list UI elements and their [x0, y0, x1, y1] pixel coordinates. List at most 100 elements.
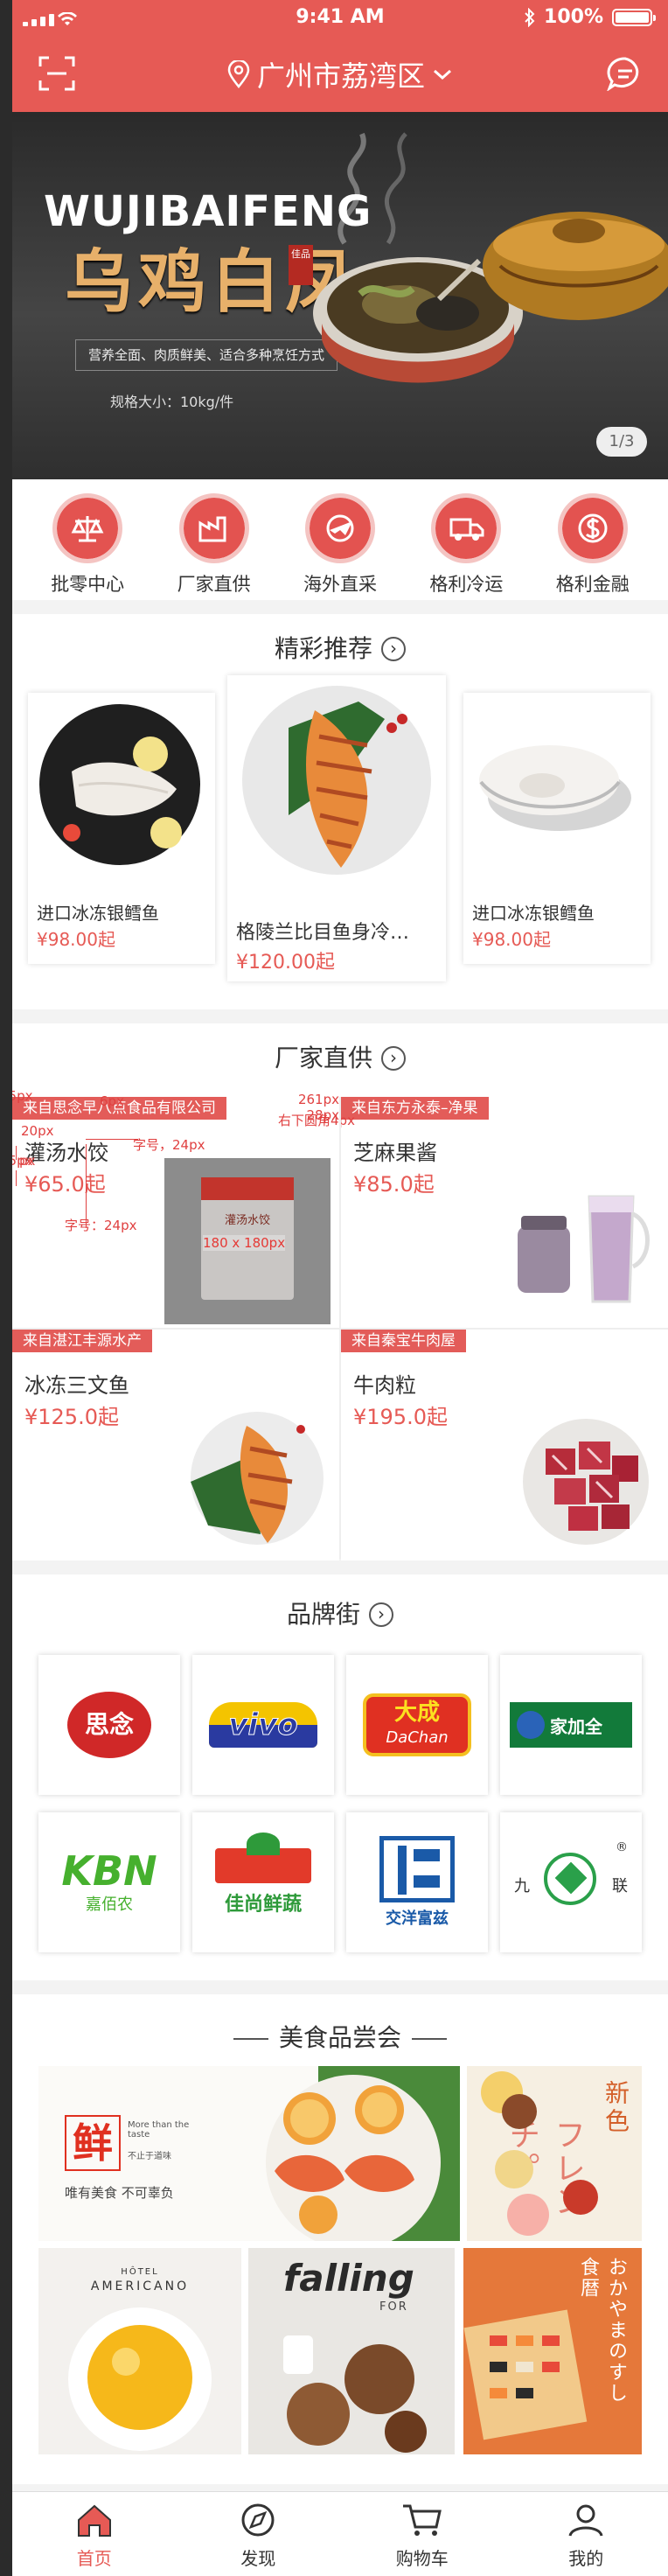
compass-icon	[241, 2503, 275, 2537]
product-price: ¥98.00起	[472, 929, 551, 950]
product-price: ¥195.0起	[353, 1405, 448, 1429]
tab-cart[interactable]: 购物车	[370, 2492, 475, 2576]
tile-hotel: HÔTEL	[121, 2267, 159, 2277]
product-name: 格陵兰比目鱼身冷…	[236, 922, 410, 944]
brand-logo-jiajiaquan[interactable]: 家加全	[500, 1655, 642, 1795]
location-selector[interactable]: 广州市荔湾区	[12, 54, 668, 94]
category-item[interactable]: 格利冷运	[414, 493, 518, 600]
left-edge-bar	[0, 0, 12, 2576]
tab-profile[interactable]: 我的	[533, 2492, 638, 2576]
factory-item[interactable]: 来自湛江丰源水产 冰冻三文鱼 ¥125.0起	[12, 1330, 339, 1560]
hero-banner[interactable]: WUJIBAIFENG 乌鸡白凤 佳品 营养全面、肉质鲜美、适合多种烹饪方式 规…	[12, 112, 668, 479]
brand-name: KBN	[61, 1847, 157, 1895]
recommend-title[interactable]: 精彩推荐 ›	[12, 614, 668, 684]
food-tile-americano[interactable]: HÔTEL AMERICANO	[38, 2248, 241, 2454]
tab-label: 购物车	[395, 2548, 449, 2569]
category-item[interactable]: 厂家直供	[163, 493, 266, 600]
factory-item[interactable]: 来自思念早八点食品有限公司 灌汤水饺 ¥65.0起 灌汤水饺 180 x 180…	[12, 1088, 339, 1328]
recommend-card[interactable]: 格陵兰比目鱼身冷… ¥120.00起	[227, 675, 446, 981]
tile-en-text: More than the taste	[128, 2120, 190, 2140]
registered-mark-icon: ®	[616, 1840, 628, 1854]
brand-logo-sinian[interactable]: 思念	[38, 1655, 180, 1795]
product-price: ¥85.0起	[353, 1172, 435, 1197]
product-image	[479, 745, 631, 831]
recommend-card[interactable]: 进口冰冻银鳕鱼 ¥98.00起	[463, 693, 651, 964]
tab-label: 首页	[76, 2548, 112, 2569]
product-price: ¥98.00起	[37, 929, 115, 950]
dimension-annotation: 180 x 180px	[203, 1235, 286, 1251]
brand-logo-jiulian[interactable]: 九联 ®	[500, 1812, 642, 1952]
section-title: 精彩推荐	[274, 634, 372, 663]
brand-name: 九联	[514, 1877, 628, 1895]
dimension-annotation: 6px	[100, 1093, 124, 1109]
category-item[interactable]: 批零中心	[36, 493, 139, 600]
factory-source-tag: 来自秦宝牛肉屋	[341, 1330, 466, 1352]
section-title: 美食品尝会	[278, 2023, 401, 2052]
dimension-annotation: 20px	[21, 1123, 54, 1139]
category-item[interactable]: 海外直采	[289, 493, 392, 600]
factory-item[interactable]: 来自秦宝牛肉屋 牛肉粒 ¥195.0起	[341, 1330, 668, 1560]
location-label: 广州市荔湾区	[256, 59, 425, 93]
product-price: ¥125.0起	[24, 1405, 119, 1429]
scale-icon	[52, 493, 123, 563]
product-name: 灌汤水饺	[24, 1141, 108, 1165]
logo-mark-icon	[517, 1711, 545, 1739]
product-image	[242, 686, 431, 875]
brand-logo-kbn[interactable]: KBN 嘉佰农	[38, 1812, 180, 1952]
tile-en-sub: 不止于道味	[128, 2152, 171, 2161]
brand-name: 大成	[393, 1700, 440, 1726]
brand-name: 佳尚鲜蔬	[224, 1894, 302, 1916]
location-pin-icon	[227, 60, 250, 88]
tab-label: 我的	[568, 2548, 604, 2569]
chocolate-balls-image	[283, 2335, 427, 2453]
brand-section: 品牌街 › 思念 vivo 大成 DaChan 家加全 KBN 嘉佰农 佳尚鲜蔬…	[12, 1574, 668, 1980]
message-icon[interactable]	[607, 56, 644, 91]
home-icon	[77, 2504, 111, 2537]
recommend-section: 精彩推荐 › 进口冰冻银鳕鱼 ¥98.00起 格陵兰比目鱼身冷… ¥120.00…	[12, 614, 668, 1009]
product-name: 冰冻三文鱼	[24, 1373, 129, 1398]
food-tile-falling[interactable]: falling FOR	[248, 2248, 455, 2454]
header: 9:41 AM 100% 广州市荔湾区	[12, 0, 668, 112]
brand-logo-vivo[interactable]: vivo	[192, 1655, 334, 1795]
tile-falling: falling	[283, 2257, 414, 2300]
food-tile-fresh[interactable]: 鲜 More than the taste 不止于道味 唯有美食 不可辜负	[38, 2066, 460, 2241]
beef-cubes-image	[523, 1419, 649, 1545]
battery-text: 100%	[544, 6, 603, 28]
category-label: 批零中心	[51, 574, 125, 595]
chevron-down-icon	[434, 69, 451, 80]
food-tasting-section: 美食品尝会 鲜 More than the taste 不止于道味 唯有美食 不…	[12, 1994, 668, 2484]
image-placeholder: 灌汤水饺 180 x 180px	[164, 1158, 331, 1324]
factory-title[interactable]: 厂家直供 ›	[12, 1023, 668, 1093]
category-item[interactable]: 格利金融	[541, 493, 644, 600]
dimension-annotation: 字号，24px	[133, 1137, 205, 1153]
truck-icon	[431, 493, 502, 563]
brand-logo-dachan[interactable]: 大成 DaChan	[346, 1655, 488, 1795]
banner-pager: 1/3	[596, 427, 647, 457]
category-label: 格利金融	[555, 574, 630, 595]
chevron-right-icon: ›	[381, 1046, 406, 1071]
food-tile-sushi[interactable]: おかやまのすし食暦	[463, 2248, 642, 2454]
food-tile-french[interactable]: 新色 フレンチ。	[467, 2066, 642, 2241]
brand-logo-jiashang[interactable]: 佳尚鲜蔬	[192, 1812, 334, 1952]
currency-icon	[557, 493, 628, 563]
brand-title[interactable]: 品牌街 ›	[12, 1574, 668, 1655]
bluetooth-icon	[525, 7, 535, 27]
category-label: 格利冷运	[429, 574, 504, 595]
sushi-image	[463, 2309, 588, 2440]
brand-subname: DaChan	[386, 1728, 449, 1747]
desserts-image	[481, 2071, 598, 2236]
banner-tagline: 营养全面、肉质鲜美、适合多种烹饪方式	[75, 339, 338, 371]
user-icon	[568, 2504, 603, 2537]
brand-logo-jiaoyang[interactable]: 交洋富兹	[346, 1812, 488, 1952]
page: 9:41 AM 100% 广州市荔湾区 WUJIBAIFENG 乌鸡白凤 佳品 …	[12, 0, 668, 2576]
recommend-card[interactable]: 进口冰冻银鳕鱼 ¥98.00起	[28, 693, 215, 964]
jam-jar-image	[518, 1195, 650, 1303]
dimension-annotation: 字号：24px	[65, 1218, 137, 1233]
package-label: 灌汤水饺	[224, 1214, 270, 1227]
brand-name: 家加全	[550, 1715, 602, 1737]
tab-discover[interactable]: 发现	[205, 2492, 310, 2576]
banner-specs: 规格大小：10kg/件	[110, 394, 234, 410]
tab-home[interactable]: 首页	[42, 2492, 147, 2576]
factory-item[interactable]: 来自东方永泰–净果 芝麻果酱 ¥85.0起 261px 28px 右下圆角4px	[278, 1092, 668, 1328]
tile-slogan: 唯有美食 不可辜负	[65, 2185, 174, 2201]
